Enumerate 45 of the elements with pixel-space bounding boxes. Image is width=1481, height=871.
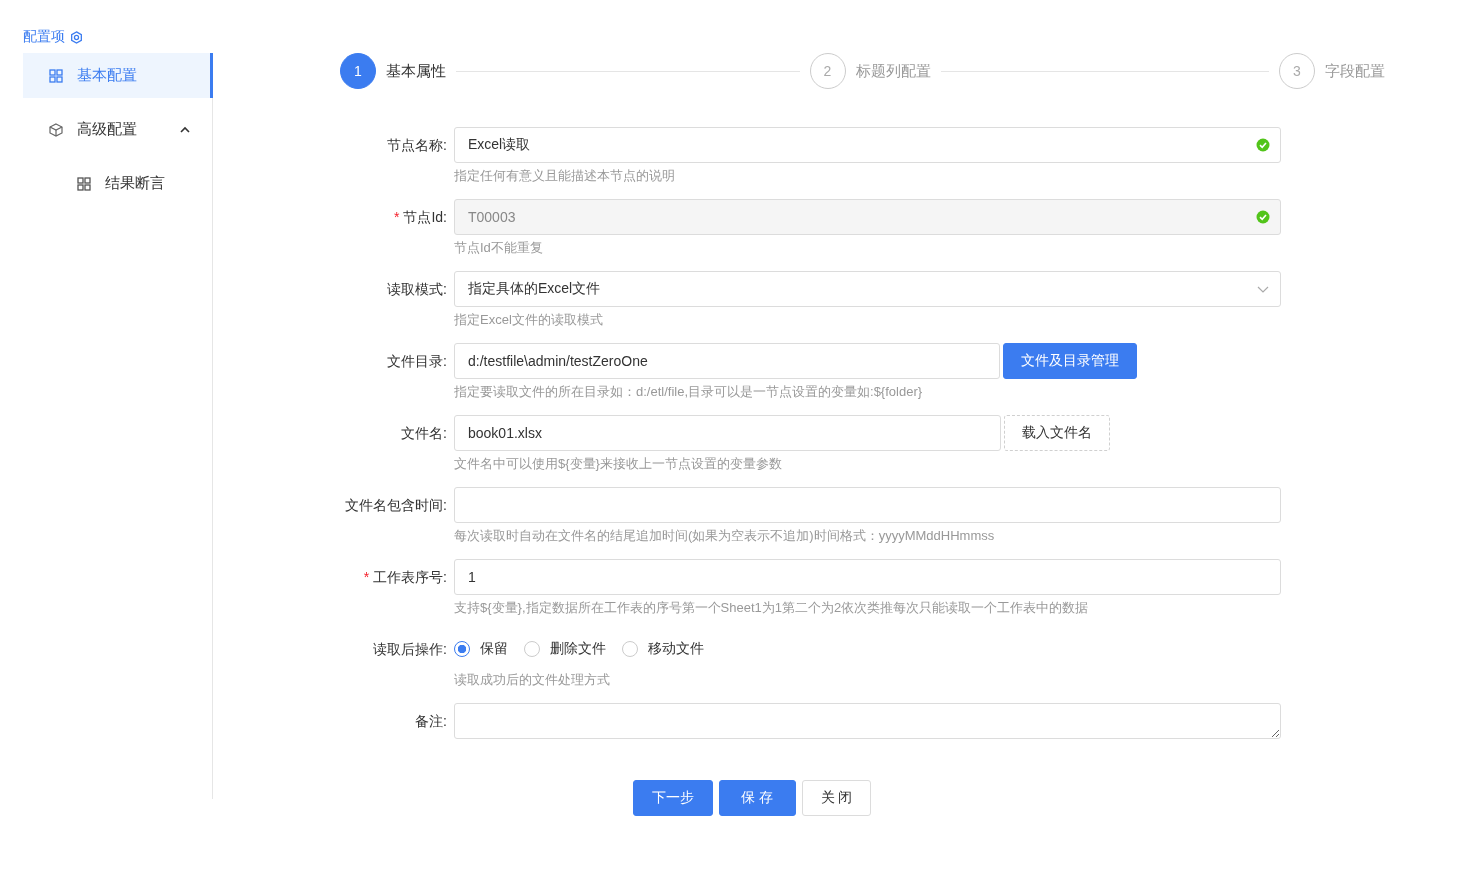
field-label: 节点Id: bbox=[403, 208, 447, 227]
chevron-down-icon bbox=[1257, 285, 1269, 293]
action-button[interactable]: 文件及目录管理 bbox=[1003, 343, 1137, 379]
step-label: 基本属性 bbox=[386, 61, 446, 81]
help-text: 读取成功后的文件处理方式 bbox=[454, 671, 611, 689]
help-text: 每次读取时自动在文件名的结尾追加时间(如果为空表示不追加)时间格式：yyyyMMddHHmmss bbox=[454, 527, 996, 545]
sidebar-item[interactable]: 高级配置 bbox=[23, 107, 213, 152]
sidebar-item[interactable]: 基本配置 bbox=[23, 53, 213, 98]
action-button[interactable]: 载入文件名 bbox=[1004, 415, 1110, 451]
field-label: 备注: bbox=[415, 712, 447, 731]
text-field[interactable]: Excel读取 bbox=[454, 127, 1281, 163]
step-label: 字段配置 bbox=[1325, 61, 1385, 81]
radio-option[interactable]: 移动文件 bbox=[622, 640, 704, 658]
text-field[interactable]: book01.xlsx bbox=[454, 415, 1001, 451]
step-label: 标题列配置 bbox=[855, 61, 931, 81]
sidebar-title: 配置项 bbox=[23, 28, 65, 46]
field-label: 工作表序号: bbox=[373, 568, 447, 587]
field-label: 读取模式: bbox=[387, 280, 447, 299]
field-label: 文件名: bbox=[401, 424, 447, 443]
radio-option[interactable]: 删除文件 bbox=[524, 640, 606, 658]
help-text: 节点Id不能重复 bbox=[454, 239, 544, 257]
text-field[interactable]: 1 bbox=[454, 559, 1281, 595]
settings-icon[interactable] bbox=[70, 30, 83, 44]
form-button[interactable]: 关 闭 bbox=[801, 780, 872, 816]
field-label: 文件目录: bbox=[387, 352, 447, 371]
text-field[interactable] bbox=[454, 487, 1281, 523]
text-field[interactable]: d:/testfile\admin/testZeroOne bbox=[454, 343, 1000, 379]
help-text: 指定Excel文件的读取模式 bbox=[454, 311, 604, 329]
form-button[interactable]: 保 存 bbox=[718, 780, 796, 816]
field-label: 文件名包含时间: bbox=[345, 496, 447, 515]
grid-icon bbox=[77, 176, 91, 191]
cube-icon bbox=[49, 122, 63, 137]
field-label: 节点名称: bbox=[387, 136, 447, 155]
field-label: 读取后操作: bbox=[373, 640, 447, 659]
grid-icon bbox=[49, 68, 63, 83]
text-area[interactable] bbox=[454, 703, 1281, 739]
step-number: 1 bbox=[340, 53, 376, 89]
form-button[interactable]: 下一步 bbox=[632, 780, 713, 816]
help-text: 指定任何有意义且能描述本节点的说明 bbox=[454, 167, 676, 185]
select-field[interactable]: 指定具体的Excel文件 bbox=[454, 271, 1281, 307]
radio-option[interactable]: 保留 bbox=[454, 640, 508, 658]
radio-button[interactable] bbox=[454, 641, 470, 657]
required-mark: * bbox=[363, 568, 370, 587]
required-mark: * bbox=[393, 208, 400, 227]
sidebar-item[interactable]: 结果断言 bbox=[23, 161, 213, 206]
